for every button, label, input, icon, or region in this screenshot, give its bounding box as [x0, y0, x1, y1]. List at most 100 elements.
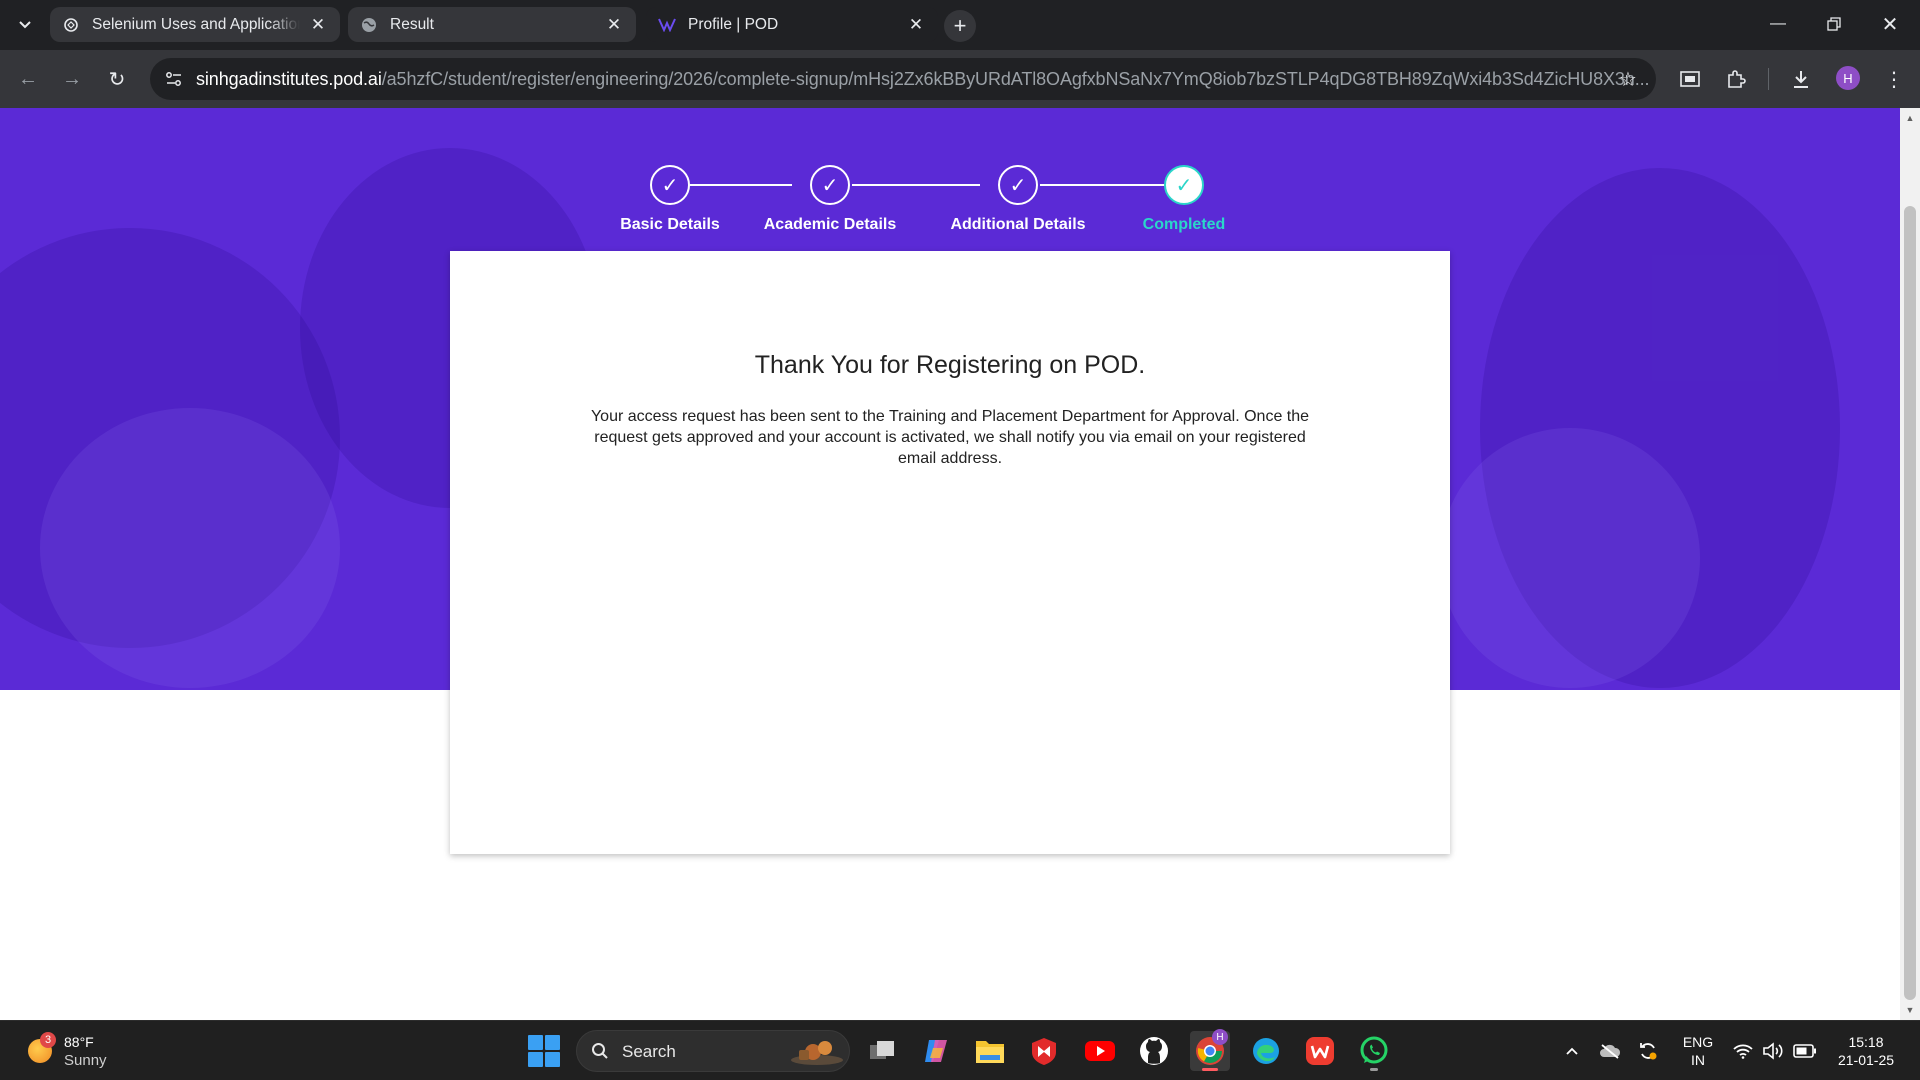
browser-tab-bar: Selenium Uses and Applications ✕ Result …	[0, 0, 1920, 50]
pod-logo-icon	[658, 16, 676, 34]
show-hidden-icons-button[interactable]	[1560, 1039, 1584, 1063]
step-additional-details-label: Additional Details	[950, 216, 1086, 233]
chrome-icon[interactable]: H	[1190, 1029, 1230, 1071]
downloads-button[interactable]	[1785, 63, 1817, 95]
more-vert-icon: ⋮	[1884, 68, 1904, 91]
toolbar-divider	[1768, 68, 1769, 90]
forward-button[interactable]: →	[56, 63, 88, 95]
language-indicator[interactable]: ENG IN	[1670, 1033, 1726, 1069]
step-completed-icon: ✓	[1164, 165, 1204, 205]
task-view-icon[interactable]	[862, 1031, 902, 1071]
confirmation-title: Thank You for Registering on POD.	[754, 351, 1146, 379]
confirmation-card: Thank You for Registering on POD. Your a…	[450, 251, 1450, 854]
step-connector	[690, 184, 792, 186]
back-button[interactable]: ←	[12, 63, 44, 95]
tab-search-button[interactable]	[10, 10, 40, 40]
sync-icon[interactable]	[1636, 1039, 1660, 1063]
reload-button[interactable]: ↻	[101, 63, 133, 95]
plus-icon: +	[953, 13, 967, 38]
file-explorer-icon[interactable]	[970, 1031, 1010, 1071]
clock-time: 15:18	[1848, 1034, 1884, 1050]
github-icon[interactable]	[1134, 1031, 1174, 1071]
browser-menu-button[interactable]: ⋮	[1878, 63, 1910, 95]
mcafee-icon[interactable]	[1024, 1031, 1064, 1071]
url-host: sinhgadinstitutes.pod.ai	[196, 69, 382, 89]
registration-stepper: ✓ Basic Details ✓ Academic Details ✓ Add…	[620, 154, 1260, 244]
wifi-icon[interactable]	[1731, 1039, 1755, 1063]
close-icon: ✕	[1881, 13, 1899, 36]
star-icon: ☆	[1619, 68, 1637, 91]
search-icon	[589, 1040, 611, 1062]
close-icon[interactable]: ✕	[308, 15, 328, 35]
tab-profile-pod[interactable]: Profile | POD ✕	[646, 7, 938, 42]
windows-start-icon[interactable]	[528, 1035, 560, 1067]
close-icon[interactable]: ✕	[906, 15, 926, 35]
weather-widget[interactable]: 3 88°F Sunny	[24, 1031, 144, 1071]
whatsapp-icon[interactable]	[1354, 1031, 1394, 1071]
search-label: Search	[622, 1042, 676, 1061]
new-tab-button[interactable]: +	[944, 10, 976, 42]
reload-icon: ↻	[108, 68, 126, 91]
side-panel-icon	[1680, 71, 1700, 87]
scroll-down-icon[interactable]: ▼	[1900, 1002, 1920, 1018]
close-window-button[interactable]: ✕	[1862, 0, 1918, 48]
taskbar-search[interactable]: Search	[576, 1030, 850, 1072]
puzzle-icon	[1728, 70, 1746, 88]
bookmark-button[interactable]: ☆	[1612, 63, 1644, 95]
extensions-button[interactable]	[1720, 63, 1752, 95]
chevron-down-icon	[19, 21, 31, 29]
restore-button[interactable]	[1806, 0, 1862, 48]
chrome-profile-badge: H	[1212, 1029, 1228, 1045]
reading-mode-button[interactable]	[1674, 63, 1706, 95]
profile-avatar[interactable]: H	[1836, 66, 1860, 90]
onedrive-offline-icon[interactable]	[1598, 1039, 1622, 1063]
step-basic-details-icon: ✓	[650, 165, 690, 205]
tab-title: Selenium Uses and Applications	[92, 15, 300, 33]
step-academic-details-icon: ✓	[810, 165, 850, 205]
active-app-indicator	[1202, 1068, 1218, 1071]
step-connector	[852, 184, 980, 186]
step-academic-details-label: Academic Details	[763, 216, 897, 233]
weather-temp: 88°F	[64, 1034, 94, 1050]
close-icon[interactable]: ✕	[604, 15, 624, 35]
running-app-indicator	[1370, 1068, 1378, 1071]
restore-icon	[1827, 17, 1841, 31]
page-scrollbar[interactable]: ▲ ▼	[1900, 108, 1920, 1020]
youtube-icon[interactable]	[1080, 1031, 1120, 1071]
wps-office-icon[interactable]	[1300, 1031, 1340, 1071]
url-path: /a5hzfC/student/register/engineering/202…	[381, 69, 1650, 89]
scroll-up-icon[interactable]: ▲	[1900, 110, 1920, 126]
hero-background-shape	[40, 408, 340, 688]
tab-result[interactable]: Result ✕	[348, 7, 636, 42]
tab-title: Profile | POD	[688, 15, 779, 33]
copilot-icon[interactable]	[916, 1031, 956, 1071]
confirmation-message: Your access request has been sent to the…	[590, 408, 1310, 467]
site-info-button[interactable]	[158, 63, 190, 95]
battery-icon[interactable]	[1792, 1039, 1818, 1063]
step-connector	[1040, 184, 1178, 186]
globe-icon	[360, 16, 378, 34]
hero-background-shape	[1440, 428, 1700, 688]
step-additional-details-icon: ✓	[998, 165, 1038, 205]
minimize-button[interactable]: —	[1750, 0, 1806, 48]
page-viewport: ✓ Basic Details ✓ Academic Details ✓ Add…	[0, 108, 1900, 1020]
windows-taskbar: 3 88°F Sunny Search H ENG IN 15:18 21-01…	[0, 1020, 1920, 1080]
chevron-up-icon	[1566, 1047, 1578, 1055]
download-icon	[1794, 71, 1808, 88]
step-completed-label: Completed	[1142, 216, 1226, 233]
url-text: sinhgadinstitutes.pod.ai/a5hzfC/student/…	[196, 69, 1650, 90]
volume-icon[interactable]	[1761, 1039, 1785, 1063]
scrollbar-thumb[interactable]	[1904, 206, 1916, 1000]
site-settings-icon	[166, 72, 181, 86]
chatgpt-icon	[62, 16, 80, 34]
edge-icon[interactable]	[1246, 1031, 1286, 1071]
address-bar[interactable]: sinhgadinstitutes.pod.ai/a5hzfC/student/…	[150, 58, 1656, 100]
system-clock[interactable]: 15:18 21-01-25	[1828, 1033, 1904, 1069]
language-region: IN	[1691, 1052, 1705, 1068]
minimize-icon: —	[1770, 15, 1786, 32]
language-code: ENG	[1682, 1034, 1714, 1050]
step-basic-details-label: Basic Details	[620, 216, 720, 233]
arrow-left-icon: ←	[18, 67, 38, 90]
notification-badge: 3	[40, 1032, 56, 1048]
tab-selenium[interactable]: Selenium Uses and Applications ✕	[50, 7, 340, 42]
